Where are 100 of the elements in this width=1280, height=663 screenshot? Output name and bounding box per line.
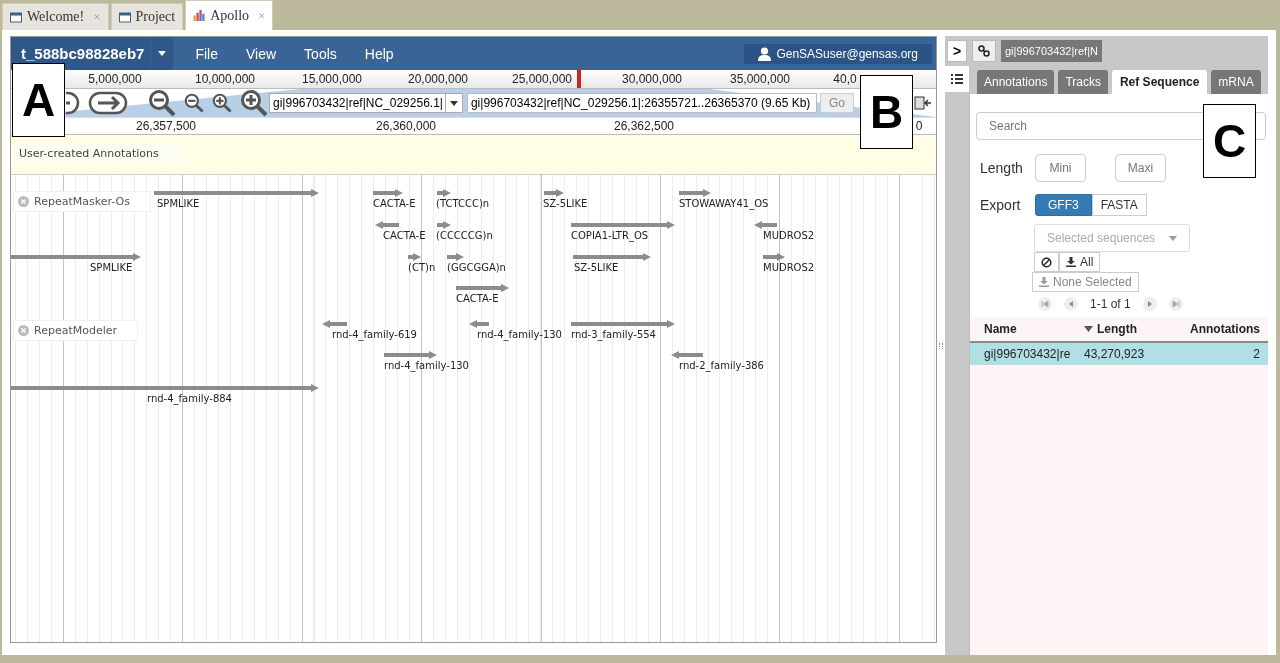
format-toggle[interactable]: FASTA <box>1091 194 1147 216</box>
feature-label: rnd-4_family-130 <box>477 329 562 340</box>
download-selected-button[interactable]: None Selected <box>1032 272 1139 292</box>
zoom-out-icon[interactable] <box>184 93 204 113</box>
feature-arrow[interactable] <box>11 384 319 392</box>
column-header[interactable]: Name <box>970 322 1072 336</box>
sequence-tab[interactable]: gi|996703432|ref|N <box>1001 40 1102 62</box>
feature-label: (CT)n <box>408 262 436 273</box>
feature-arrow[interactable] <box>754 221 777 229</box>
close-icon[interactable] <box>18 196 29 207</box>
feature-label: CACTA-E <box>456 293 499 304</box>
download-all-button[interactable]: All <box>1059 252 1101 272</box>
user-icon <box>758 46 772 61</box>
first-page-icon[interactable] <box>1038 297 1052 311</box>
feature-label: STOWAWAY41_OS <box>679 198 769 209</box>
table-cell-text: gi|996703432|re <box>983 347 1072 361</box>
callout-letter: A <box>12 63 65 137</box>
column-header[interactable]: Annotations <box>1172 322 1268 336</box>
ban-icon <box>1041 256 1052 268</box>
clear-button[interactable] <box>1034 252 1059 272</box>
feature-arrow[interactable] <box>763 253 785 261</box>
feature-arrow[interactable] <box>322 320 347 328</box>
collapse-button[interactable]: > <box>947 40 967 62</box>
page-indicator: 1-1 of 1 <box>1090 297 1131 311</box>
track-label[interactable]: RepeatMasker-Os <box>13 191 151 212</box>
panel-tab[interactable]: Tracks <box>1058 70 1108 94</box>
feature-arrow[interactable] <box>573 253 651 261</box>
ruler-label: 10,000,000 <box>194 72 256 86</box>
user-button[interactable]: GenSASuser@gensas.org <box>744 43 932 64</box>
feature-label: SZ-5LIKE <box>574 262 619 273</box>
panel-tab[interactable]: Annotations <box>977 70 1055 94</box>
menu-item[interactable]: File <box>181 45 232 62</box>
feature-arrow[interactable] <box>375 221 399 229</box>
ruler-label: 15,000,000 <box>301 72 363 86</box>
menu-item[interactable]: Help <box>350 45 408 62</box>
feature-label: MUDROS2 <box>763 230 815 241</box>
pan-left-icon[interactable] <box>66 90 80 116</box>
feature-arrow[interactable] <box>456 284 509 292</box>
feature-arrow[interactable] <box>154 189 319 197</box>
callout-letter: B <box>860 75 913 149</box>
panel-toggle-icon[interactable] <box>914 95 932 111</box>
last-page-icon[interactable] <box>1168 297 1183 311</box>
feature-arrow[interactable] <box>447 253 464 261</box>
maximum-field[interactable]: Maxi <box>1115 154 1166 182</box>
page-tab[interactable]: Project <box>110 3 184 30</box>
ruler-label: 26,362,500 <box>613 119 675 133</box>
table-cell-text: 43,270,923 <box>1083 347 1146 361</box>
feature-label: SPMLIKE <box>157 198 200 209</box>
feature-arrow[interactable] <box>469 320 489 328</box>
table-row[interactable]: gi|996703432|re 43,270,923 2 <box>970 343 1268 365</box>
feature-label: CACTA-E <box>373 198 416 209</box>
feature-label: COPIA1-LTR_OS <box>571 230 649 241</box>
position-marker <box>577 70 581 88</box>
location-field[interactable]: gi|996703432|ref|NC_029256.1|:26355721..26365370 (9.65 Kb) <box>466 93 817 113</box>
feature-arrow[interactable] <box>571 221 675 229</box>
feature-label: SPMLIKE <box>90 262 133 273</box>
zoom-in-icon[interactable] <box>212 93 232 113</box>
close-icon[interactable] <box>18 325 29 336</box>
list-button[interactable] <box>945 66 969 92</box>
bar-chart-icon <box>193 10 206 21</box>
previous-page-icon[interactable] <box>1064 297 1078 311</box>
feature-label: rnd-4_family-884 <box>147 393 232 404</box>
feature-arrow[interactable] <box>671 351 703 359</box>
export-label: Export <box>980 197 1022 213</box>
column-header[interactable]: Length <box>1072 322 1172 336</box>
link-button[interactable] <box>972 40 996 62</box>
feature-arrow[interactable] <box>373 189 403 197</box>
feature-arrow[interactable] <box>571 320 675 328</box>
feature-arrow[interactable] <box>384 351 437 359</box>
pan-right-icon[interactable] <box>88 90 128 116</box>
feature-label: MUDROS2 <box>763 262 815 273</box>
ruler-label: 26,360,000 <box>375 119 437 133</box>
track-label: User-created Annotations <box>13 144 179 163</box>
feature-arrow[interactable] <box>437 221 451 229</box>
format-toggle[interactable]: GFF3 <box>1035 194 1092 216</box>
page-tab[interactable]: Apollo × <box>185 0 274 30</box>
panel-tab[interactable]: mRNA <box>1211 70 1261 94</box>
track-label[interactable]: RepeatModeler <box>13 320 139 341</box>
caret-icon <box>1169 235 1177 241</box>
ruler-label: 25,000,000 <box>511 72 573 86</box>
page-tab[interactable]: Welcome! × <box>2 3 109 30</box>
next-page-icon[interactable] <box>1142 297 1157 311</box>
download-icon <box>1039 277 1049 287</box>
dropdown-button[interactable] <box>150 37 174 70</box>
window-icon <box>118 11 131 23</box>
minimum-field[interactable]: Mini <box>1035 154 1086 182</box>
track-menu-button[interactable]: t_588bc98828eb7 <box>11 37 151 70</box>
feature-arrow[interactable] <box>408 253 421 261</box>
feature-arrow[interactable] <box>11 253 141 261</box>
menu-item[interactable]: Tools <box>290 45 351 62</box>
zoom-out-icon[interactable] <box>148 89 176 117</box>
menu-item[interactable]: View <box>232 45 291 62</box>
feature-arrow[interactable] <box>544 189 564 197</box>
feature-arrow[interactable] <box>679 189 711 197</box>
panel-tab[interactable]: Ref Sequence <box>1111 70 1208 94</box>
table-cell-text: 2 <box>1252 347 1261 361</box>
feature-label: (CCCCCG)n <box>436 230 493 241</box>
feature-arrow[interactable] <box>437 189 451 197</box>
sequence-select[interactable]: gi|996703432|ref|NC_029256.1| <box>269 93 463 113</box>
feature-label: rnd-2_family-386 <box>679 360 764 371</box>
